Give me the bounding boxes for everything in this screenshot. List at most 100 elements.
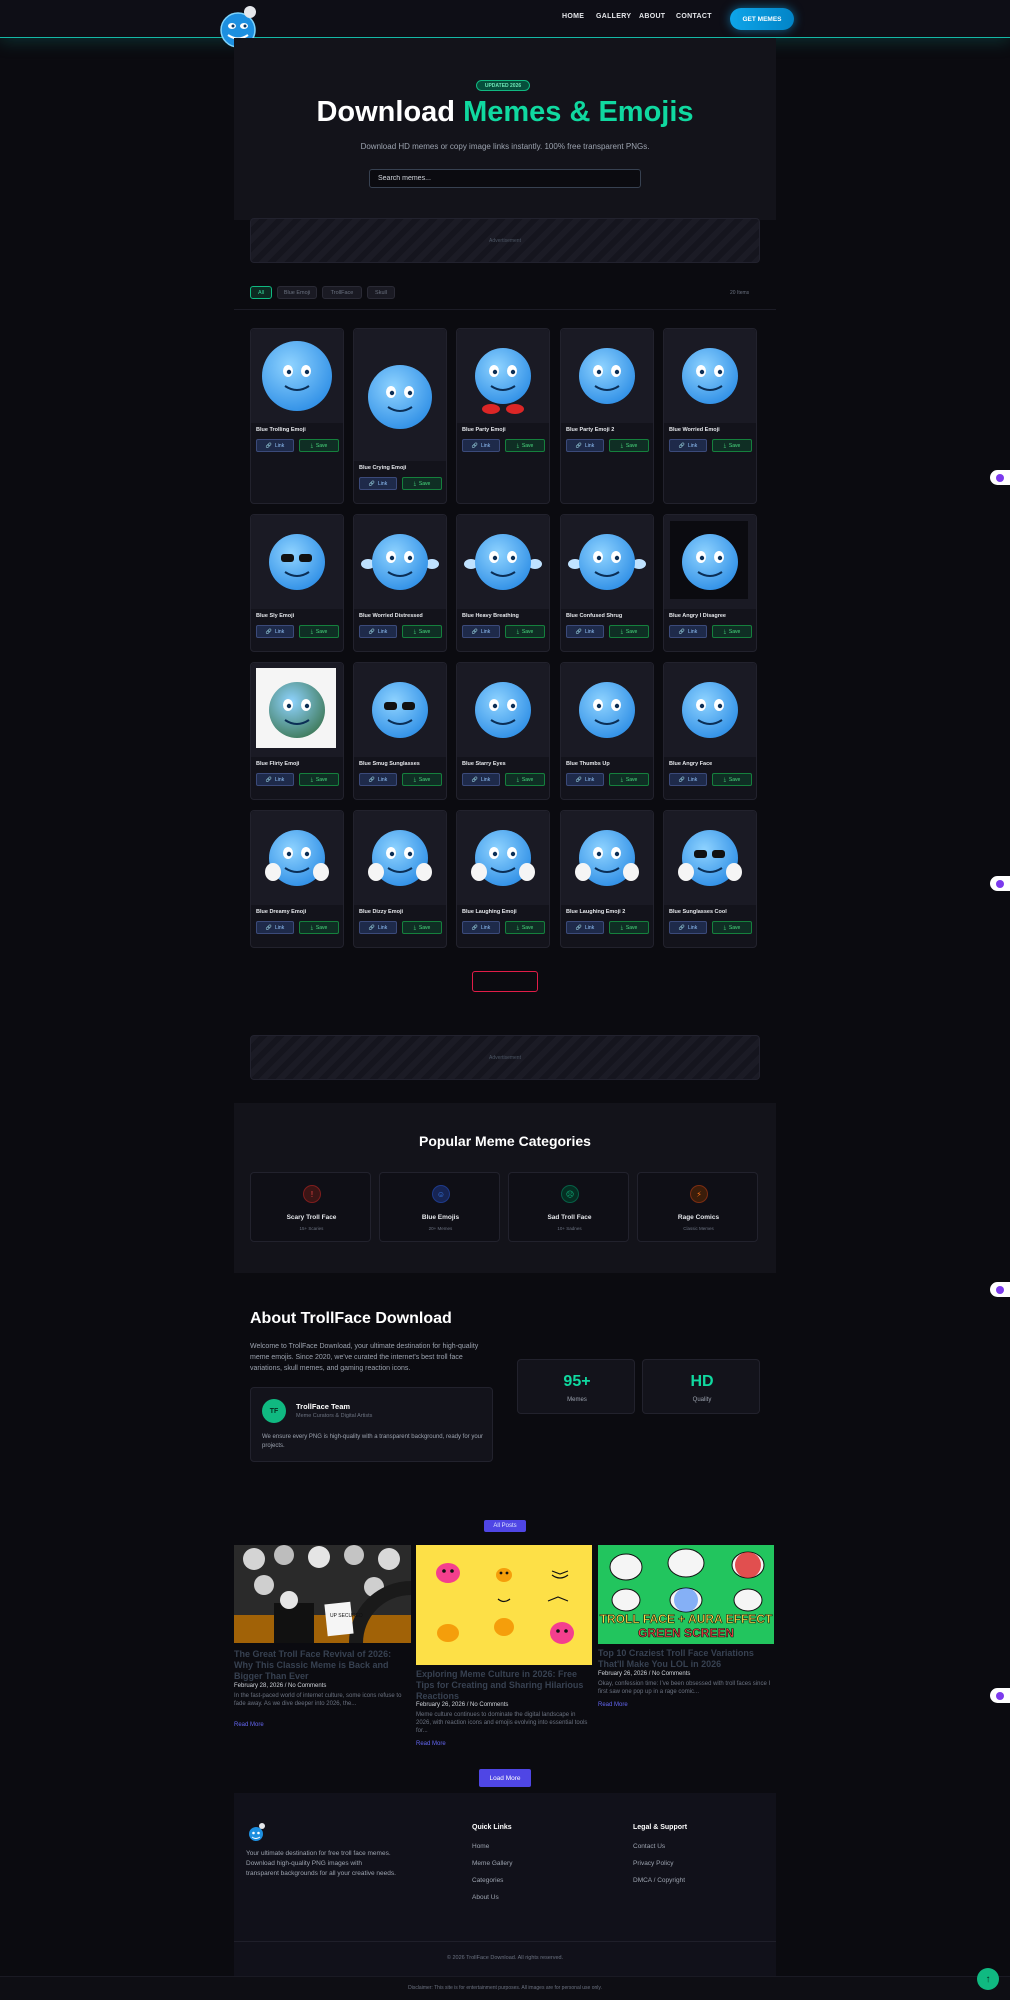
save-button[interactable]: ⤓ Save xyxy=(299,625,339,638)
meme-image[interactable] xyxy=(561,663,653,757)
meme-card[interactable]: Blue Laughing Emoji 🔗 Link ⤓ Save xyxy=(456,810,550,948)
copy-link-button[interactable]: 🔗 Link xyxy=(669,625,707,638)
meme-card[interactable]: Blue Heavy Breathing 🔗 Link ⤓ Save xyxy=(456,514,550,652)
filter-trollface[interactable]: TrollFace xyxy=(322,286,362,299)
meme-card[interactable]: Blue Dreamy Emoji 🔗 Link ⤓ Save xyxy=(250,810,344,948)
save-button[interactable]: ⤓ Save xyxy=(402,921,442,934)
post-title-1[interactable]: The Great Troll Face Revival of 2026: Wh… xyxy=(234,1649,404,1682)
copy-link-button[interactable]: 🔗 Link xyxy=(359,773,397,786)
meme-card[interactable]: Blue Starry Eyes 🔗 Link ⤓ Save xyxy=(456,662,550,800)
meme-image[interactable] xyxy=(457,811,549,905)
meme-card[interactable]: Blue Angry Face 🔗 Link ⤓ Save xyxy=(663,662,757,800)
meme-card[interactable]: Blue Dizzy Emoji 🔗 Link ⤓ Save xyxy=(353,810,447,948)
side-widget-tab[interactable] xyxy=(990,1282,1010,1297)
meme-image[interactable] xyxy=(561,811,653,905)
read-more-link-2[interactable]: Read More xyxy=(416,1741,446,1747)
copy-link-button[interactable]: 🔗 Link xyxy=(669,921,707,934)
meme-card[interactable]: Blue Smug Sunglasses 🔗 Link ⤓ Save xyxy=(353,662,447,800)
save-button[interactable]: ⤓ Save xyxy=(609,921,649,934)
footer-link-contact[interactable]: Contact Us xyxy=(633,1843,665,1850)
meme-image[interactable] xyxy=(664,515,756,609)
copy-link-button[interactable]: 🔗 Link xyxy=(462,439,500,452)
meme-card[interactable]: Blue Angry I Disagree 🔗 Link ⤓ Save xyxy=(663,514,757,652)
footer-logo[interactable] xyxy=(246,1822,266,1842)
copy-link-button[interactable]: 🔗 Link xyxy=(462,773,500,786)
back-to-top-button[interactable]: ↑ xyxy=(977,1968,999,1990)
save-button[interactable]: ⤓ Save xyxy=(299,921,339,934)
post-title-3[interactable]: Top 10 Craziest Troll Face Variations Th… xyxy=(598,1648,774,1670)
load-more-posts-button[interactable]: Load More xyxy=(479,1769,531,1787)
save-button[interactable]: ⤓ Save xyxy=(712,439,752,452)
post-image-1[interactable]: UP SECURED xyxy=(234,1545,411,1643)
meme-image[interactable] xyxy=(354,515,446,609)
post-title-2[interactable]: Exploring Meme Culture in 2026: Free Tip… xyxy=(416,1669,586,1702)
post-image-2[interactable] xyxy=(416,1545,592,1665)
get-memes-button[interactable]: GET MEMES xyxy=(730,8,794,30)
meme-image[interactable] xyxy=(251,811,343,905)
copy-link-button[interactable]: 🔗 Link xyxy=(566,921,604,934)
meme-image[interactable] xyxy=(561,329,653,423)
save-button[interactable]: ⤓ Save xyxy=(402,773,442,786)
footer-link-home[interactable]: Home xyxy=(472,1843,489,1850)
copy-link-button[interactable]: 🔗 Link xyxy=(359,625,397,638)
footer-link-privacy[interactable]: Privacy Policy xyxy=(633,1860,673,1867)
side-widget-tab[interactable] xyxy=(990,876,1010,891)
load-more-gallery-button[interactable] xyxy=(472,971,538,992)
save-button[interactable]: ⤓ Save xyxy=(712,921,752,934)
category-card-scary[interactable]: ! Scary Troll Face 15+ Scaries xyxy=(250,1172,371,1242)
save-button[interactable]: ⤓ Save xyxy=(609,773,649,786)
save-button[interactable]: ⤓ Save xyxy=(609,439,649,452)
meme-image[interactable] xyxy=(354,329,446,461)
nav-home[interactable]: HOME xyxy=(562,13,584,20)
copy-link-button[interactable]: 🔗 Link xyxy=(256,921,294,934)
side-widget-tab[interactable] xyxy=(990,470,1010,485)
copy-link-button[interactable]: 🔗 Link xyxy=(359,921,397,934)
meme-card[interactable]: Blue Thumbs Up 🔗 Link ⤓ Save xyxy=(560,662,654,800)
nav-gallery[interactable]: GALLERY xyxy=(596,13,631,20)
nav-contact[interactable]: CONTACT xyxy=(676,13,712,20)
meme-image[interactable] xyxy=(354,811,446,905)
meme-card[interactable]: Blue Trolling Emoji 🔗 Link ⤓ Save xyxy=(250,328,344,504)
category-card-rage[interactable]: ⚡ Rage Comics Classic Memes xyxy=(637,1172,758,1242)
meme-card[interactable]: Blue Laughing Emoji 2 🔗 Link ⤓ Save xyxy=(560,810,654,948)
copy-link-button[interactable]: 🔗 Link xyxy=(462,921,500,934)
meme-image[interactable] xyxy=(251,329,343,423)
meme-card[interactable]: Blue Worried Distressed 🔗 Link ⤓ Save xyxy=(353,514,447,652)
filter-all[interactable]: All xyxy=(250,286,272,299)
footer-link-dmca[interactable]: DMCA / Copyright xyxy=(633,1877,685,1884)
copy-link-button[interactable]: 🔗 Link xyxy=(669,773,707,786)
save-button[interactable]: ⤓ Save xyxy=(402,477,442,490)
save-button[interactable]: ⤓ Save xyxy=(299,439,339,452)
meme-image[interactable] xyxy=(664,329,756,423)
meme-card[interactable]: Blue Flirty Emoji 🔗 Link ⤓ Save xyxy=(250,662,344,800)
meme-image[interactable] xyxy=(251,515,343,609)
footer-link-gallery[interactable]: Meme Gallery xyxy=(472,1860,512,1867)
side-widget-tab[interactable] xyxy=(990,1688,1010,1703)
copy-link-button[interactable]: 🔗 Link xyxy=(566,439,604,452)
post-image-3[interactable]: TROLL FACE + AURA EFFECT GREEN SCREEN xyxy=(598,1545,774,1644)
all-posts-button[interactable]: All Posts xyxy=(484,1520,526,1532)
meme-card[interactable]: Blue Confused Shrug 🔗 Link ⤓ Save xyxy=(560,514,654,652)
meme-image[interactable] xyxy=(457,663,549,757)
copy-link-button[interactable]: 🔗 Link xyxy=(256,773,294,786)
meme-image[interactable] xyxy=(664,811,756,905)
copy-link-button[interactable]: 🔗 Link xyxy=(669,439,707,452)
meme-card[interactable]: Blue Sly Emoji 🔗 Link ⤓ Save xyxy=(250,514,344,652)
meme-image[interactable] xyxy=(354,663,446,757)
meme-image[interactable] xyxy=(561,515,653,609)
meme-card[interactable]: Blue Crying Emoji 🔗 Link ⤓ Save xyxy=(353,328,447,504)
save-button[interactable]: ⤓ Save xyxy=(505,439,545,452)
meme-image[interactable] xyxy=(664,663,756,757)
search-input[interactable] xyxy=(369,169,641,188)
copy-link-button[interactable]: 🔗 Link xyxy=(566,625,604,638)
meme-card[interactable]: Blue Sunglasses Cool 🔗 Link ⤓ Save xyxy=(663,810,757,948)
filter-skull[interactable]: Skull xyxy=(367,286,395,299)
meme-image[interactable] xyxy=(457,515,549,609)
save-button[interactable]: ⤓ Save xyxy=(505,625,545,638)
meme-card[interactable]: Blue Worried Emoji 🔗 Link ⤓ Save xyxy=(663,328,757,504)
category-card-blue[interactable]: ☺ Blue Emojis 20+ Memes xyxy=(379,1172,500,1242)
copy-link-button[interactable]: 🔗 Link xyxy=(359,477,397,490)
save-button[interactable]: ⤓ Save xyxy=(712,773,752,786)
read-more-link-1[interactable]: Read More xyxy=(234,1722,264,1728)
copy-link-button[interactable]: 🔗 Link xyxy=(256,439,294,452)
